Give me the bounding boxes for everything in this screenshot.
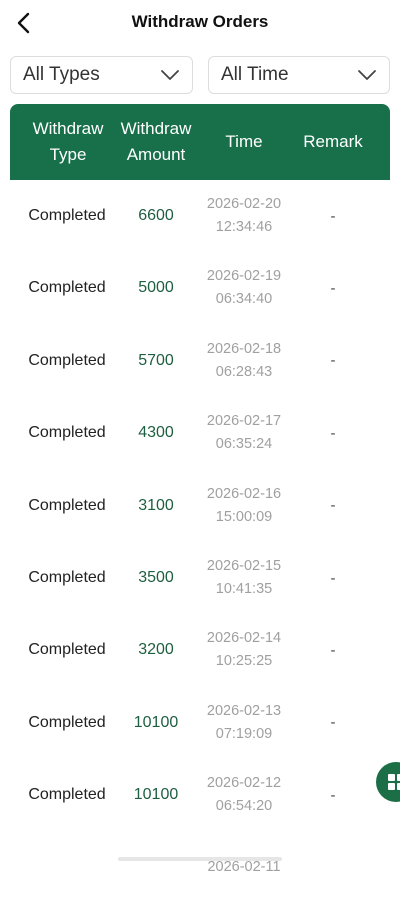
remark-cell: -: [330, 786, 336, 804]
header: Withdraw Orders: [0, 0, 400, 46]
table-row[interactable]: Completed 3200 2026-02-14 10:25:25 -: [0, 614, 400, 686]
time-clock: 15:00:09: [215, 508, 273, 525]
table-row[interactable]: Completed 3500 2026-02-15 10:41:35 -: [0, 542, 400, 614]
column-header-withdraw-type: Withdraw Type: [18, 104, 118, 180]
chevron-down-icon: [160, 69, 180, 81]
remark-cell: -: [330, 714, 336, 732]
time-cell: 2026-02-20 12:34:46: [194, 180, 294, 252]
chevron-down-icon: [357, 69, 377, 81]
time-cell: 2026-02-19 06:34:40: [194, 252, 294, 324]
table-row[interactable]: Completed 5000 2026-02-19 06:34:40 -: [0, 252, 400, 324]
time-filter-label: All Time: [221, 64, 289, 85]
time-date: 2026-02-19: [206, 268, 282, 285]
type-filter-label: All Types: [23, 64, 100, 85]
time-date: 2026-02-20: [206, 196, 282, 212]
withdraw-amount-cell: 3200: [138, 641, 174, 659]
remark-cell: -: [330, 569, 336, 587]
time-clock: 10:41:35: [215, 581, 273, 597]
withdraw-type-cell: Completed: [28, 786, 106, 804]
table-row[interactable]: Completed 10100 2026-02-12 06:54:20 -: [0, 759, 400, 831]
time-cell: 2026-02-13 07:19:09: [194, 687, 294, 759]
remark-cell: -: [330, 279, 336, 297]
time-date: 2026-02-13: [206, 702, 282, 719]
withdraw-type-cell: Completed: [28, 713, 106, 731]
withdraw-amount-cell: 5000: [138, 279, 174, 297]
withdraw-type-cell: Completed: [28, 569, 106, 586]
withdraw-amount-cell: 10100: [133, 713, 179, 731]
column-header-withdraw-amount: Withdraw Amount: [106, 104, 206, 180]
column-header-time: Time: [194, 104, 294, 180]
withdraw-type-cell: [17, 832, 117, 904]
remark-cell: -: [330, 497, 336, 515]
time-date: 2026-02-17: [206, 413, 282, 430]
time-clock: 12:34:46: [215, 219, 273, 235]
time-filter-dropdown[interactable]: All Time: [208, 56, 390, 94]
withdraw-amount-cell: 3500: [138, 569, 174, 586]
column-header-withdraw-type-line1: Withdraw: [32, 119, 104, 138]
time-clock: 06:34:40: [215, 291, 273, 308]
time-cell: 2026-02-17 06:35:24: [194, 397, 294, 469]
withdraw-amount-cell: 3100: [138, 496, 174, 514]
withdraw-amount-cell: 5700: [138, 351, 174, 369]
remark-cell: -: [330, 424, 336, 442]
time-clock: 07:19:09: [215, 725, 273, 742]
table-row[interactable]: Completed 6600 2026-02-20 12:34:46 -: [0, 180, 400, 252]
time-date: 2026-02-14: [206, 630, 282, 647]
column-header-remark: Remark: [293, 104, 373, 180]
time-date: 2026-02-15: [206, 558, 282, 574]
withdraw-amount-cell: 4300: [138, 424, 174, 442]
remark-cell: [306, 832, 360, 904]
time-date: 2026-02-12: [206, 775, 282, 792]
remark-cell: -: [330, 352, 336, 370]
withdraw-type-cell: Completed: [28, 641, 106, 659]
withdraw-type-cell: Completed: [28, 351, 106, 369]
column-header-remark-label: Remark: [303, 132, 363, 151]
withdraw-amount-cell: 10100: [133, 786, 179, 804]
time-date: 2026-02-16: [206, 485, 282, 502]
column-header-withdraw-amount-line1: Withdraw: [120, 119, 192, 138]
withdraw-type-cell: Completed: [28, 207, 106, 224]
table-row[interactable]: Completed 3100 2026-02-16 15:00:09 -: [0, 470, 400, 542]
scroll-indicator: [118, 857, 282, 861]
type-filter-dropdown[interactable]: All Types: [10, 56, 193, 94]
withdraw-amount-cell: [106, 832, 206, 904]
withdraw-type-cell: Completed: [28, 424, 106, 442]
table-row[interactable]: Completed 5700 2026-02-18 06:28:43 -: [0, 325, 400, 397]
time-clock: 10:25:25: [215, 653, 273, 670]
column-header-time-label: Time: [225, 132, 263, 151]
time-cell: 2026-02-15 10:41:35: [194, 542, 294, 614]
time-cell: 2026-02-14 10:25:25: [194, 614, 294, 686]
column-header-withdraw-type-line2: Type: [49, 145, 87, 164]
table-row[interactable]: Completed 10100 2026-02-13 07:19:09 -: [0, 687, 400, 759]
table-row[interactable]: 2026-02-11: [0, 832, 400, 904]
time-cell: 2026-02-18 06:28:43: [194, 325, 294, 397]
withdraw-type-cell: Completed: [28, 496, 106, 514]
time-clock: 06:54:20: [215, 798, 273, 815]
time-date: 2026-02-18: [206, 340, 282, 357]
time-cell: 2026-02-11: [194, 832, 294, 904]
time-cell: 2026-02-12 06:54:20: [194, 759, 294, 831]
time-cell: 2026-02-16 15:00:09: [194, 470, 294, 542]
page-title: Withdraw Orders: [131, 12, 269, 31]
column-header-withdraw-amount-line2: Amount: [126, 145, 186, 164]
time-clock: 06:35:24: [215, 436, 273, 453]
table-header: Withdraw Type Withdraw Amount Time Remar…: [10, 104, 390, 180]
remark-cell: -: [330, 641, 336, 659]
withdraw-type-cell: Completed: [28, 279, 106, 297]
time-clock: 06:28:43: [215, 363, 273, 380]
withdraw-amount-cell: 6600: [138, 207, 174, 224]
table-row[interactable]: Completed 4300 2026-02-17 06:35:24 -: [0, 397, 400, 469]
remark-cell: -: [330, 207, 336, 225]
